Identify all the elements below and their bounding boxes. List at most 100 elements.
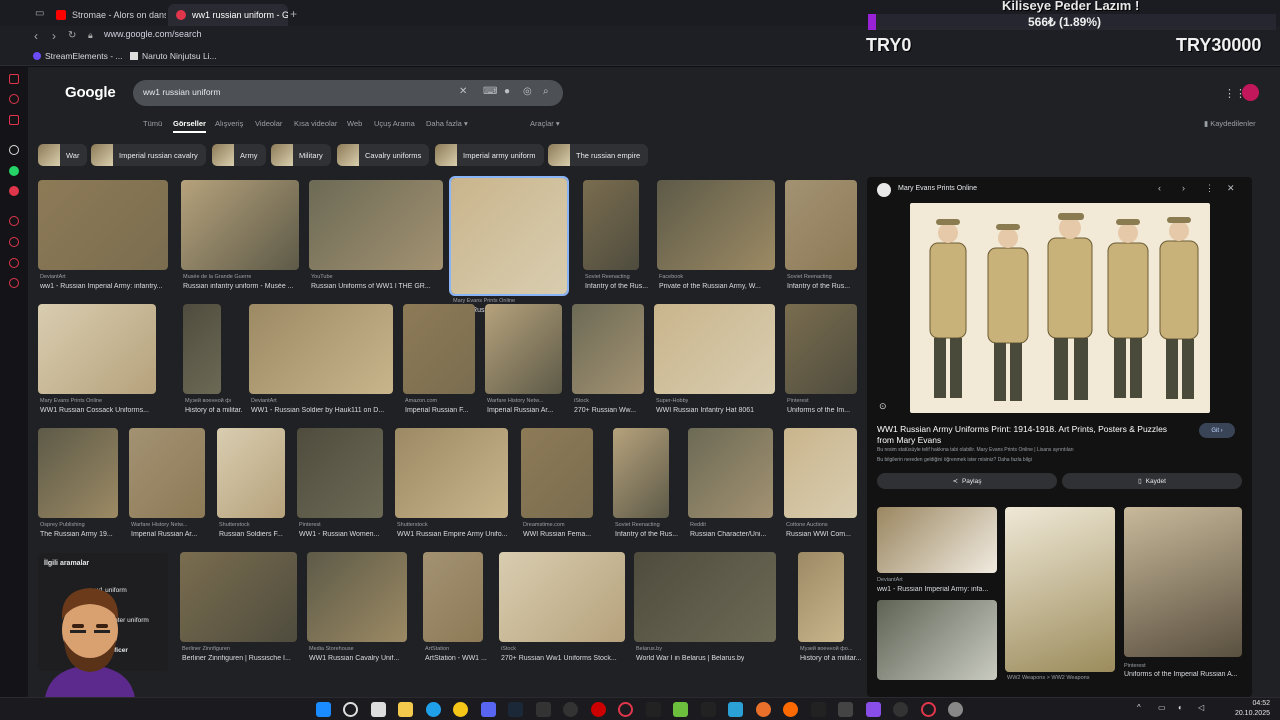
sidebar-app-icon[interactable] [9, 94, 19, 104]
related-image[interactable] [1005, 507, 1115, 672]
result-image[interactable] [307, 552, 407, 642]
result-caption[interactable]: Infantry of the Rus... [615, 531, 678, 538]
result-image[interactable] [249, 304, 393, 394]
settings-icon[interactable] [948, 702, 963, 717]
result-caption[interactable]: Berliner Zinnfiguren | Russische I... [182, 655, 291, 662]
chip-army[interactable]: Army [212, 144, 266, 166]
tab-images[interactable]: Görseller [173, 119, 206, 133]
system-clock[interactable]: 04:52 20.10.2025 [1235, 699, 1270, 719]
result-image[interactable] [129, 428, 205, 518]
result-image[interactable] [583, 180, 639, 270]
result-image[interactable] [688, 428, 773, 518]
network-icon[interactable]: ▭ [1158, 703, 1166, 712]
steam-icon[interactable] [508, 702, 523, 717]
result-caption[interactable]: History of a militar... [800, 655, 861, 662]
search-icon[interactable]: ⌕ [543, 86, 549, 97]
clear-icon[interactable]: ✕ [459, 86, 467, 97]
result-image[interactable] [634, 552, 776, 642]
result-image[interactable] [38, 428, 118, 518]
result-image[interactable] [403, 304, 475, 394]
result-image[interactable] [217, 428, 285, 518]
url-field[interactable]: www.google.com/search [104, 29, 202, 39]
settings-icon[interactable] [9, 278, 19, 288]
result-image[interactable] [657, 180, 775, 270]
new-tab-button[interactable]: + [290, 7, 297, 21]
search-input[interactable]: ww1 russian uniform [143, 87, 220, 97]
chip-cavalry-uniforms[interactable]: Cavalry uniforms [337, 144, 430, 166]
tab-shopping[interactable]: Alışveriş [215, 119, 243, 128]
preview-image[interactable] [910, 203, 1210, 413]
lens-search-icon[interactable]: ⊙ [879, 401, 887, 412]
result-image[interactable] [784, 428, 857, 518]
app-icon[interactable] [838, 702, 853, 717]
result-caption[interactable]: Uniforms of the Im... [787, 407, 850, 414]
more-options-icon[interactable]: ⋮ [1205, 183, 1214, 194]
result-caption[interactable]: WW1 Russian Cavalry Unif... [309, 655, 399, 662]
microphone-icon[interactable]: ◐ [1178, 703, 1183, 712]
result-image[interactable] [183, 304, 221, 394]
tab-videos[interactable]: Videolar [255, 119, 282, 128]
result-image[interactable] [297, 428, 383, 518]
speaker-icon[interactable]: ◁ [1198, 703, 1204, 712]
result-caption[interactable]: Infantry of the Rus... [585, 283, 648, 290]
app-icon[interactable] [866, 702, 881, 717]
result-image[interactable] [613, 428, 669, 518]
tab-menu-icon[interactable]: ▭ [35, 8, 44, 19]
app-icon[interactable] [893, 702, 908, 717]
tab-web[interactable]: Web [347, 119, 362, 128]
tab-more[interactable]: Daha fazla ▾ [426, 119, 468, 128]
result-caption[interactable]: Russian WWI Com... [786, 531, 851, 538]
result-caption[interactable]: ww1 - Russian Imperial Army: infantry... [40, 283, 162, 290]
keyboard-icon[interactable]: ⌨ [483, 86, 497, 97]
related-image[interactable] [877, 600, 997, 680]
result-caption[interactable]: WW1 - Russian Women... [299, 531, 379, 538]
avatar[interactable] [1242, 84, 1259, 101]
result-image[interactable] [521, 428, 593, 518]
app-icon[interactable] [591, 702, 606, 717]
result-caption[interactable]: History of a militar... [185, 407, 243, 414]
tab-google-search[interactable]: ww1 russian uniform - Go [168, 4, 288, 26]
app-icon[interactable] [701, 702, 716, 717]
result-caption[interactable]: The Russian Army 19... [40, 531, 113, 538]
task-view-icon[interactable] [371, 702, 386, 717]
app-icon[interactable] [536, 702, 551, 717]
result-caption[interactable]: Imperial Russian Ar... [487, 407, 553, 414]
bookmark-streamelements[interactable]: StreamElements - ... [33, 51, 122, 61]
result-caption[interactable]: Imperial Russian Ar... [131, 531, 197, 538]
sidebar-app-icon[interactable] [9, 115, 19, 125]
result-caption[interactable]: 270+ Russian Ww... [574, 407, 636, 414]
result-image[interactable] [798, 552, 844, 642]
app-icon[interactable] [673, 702, 688, 717]
result-image[interactable] [181, 180, 299, 270]
windows-start-icon[interactable] [316, 702, 331, 717]
downloads-icon[interactable] [9, 258, 19, 268]
result-image[interactable] [423, 552, 483, 642]
related-caption[interactable]: Uniforms of the Imperial Russian A... [1124, 671, 1249, 678]
result-caption[interactable]: 270+ Russian Ww1 Uniforms Stock... [501, 655, 617, 662]
result-caption[interactable]: WWI Russian Infantry Hat 8061 [656, 407, 754, 414]
chip-military[interactable]: Military [271, 144, 331, 166]
result-caption[interactable]: World War I in Belarus | Belarus.by [636, 655, 744, 662]
related-image[interactable] [1124, 507, 1242, 657]
app-icon[interactable] [646, 702, 661, 717]
result-caption[interactable]: WW1 - Russian Soldier by Hauk111 on D... [251, 407, 384, 414]
result-image[interactable] [180, 552, 297, 642]
result-caption[interactable]: WW1 Russian Cossack Uniforms... [40, 407, 149, 414]
tab-stromae[interactable]: Stromae - Alors on danse [48, 4, 166, 26]
visit-button[interactable]: Git › [1199, 423, 1235, 438]
clock-icon[interactable] [9, 237, 19, 247]
search-box[interactable]: ww1 russian uniform ✕ ⌨ ● ◎ ⌕ [133, 80, 563, 106]
result-image[interactable] [785, 180, 857, 270]
result-caption[interactable]: Russian infantry uniform - Musée ... [183, 283, 294, 290]
save-button[interactable]: ▯ Kaydet [1062, 473, 1242, 489]
result-caption[interactable]: Private of the Russian Army, W... [659, 283, 761, 290]
prev-icon[interactable]: ‹ [1158, 183, 1161, 193]
reload-icon[interactable]: ↻ [68, 30, 76, 41]
result-caption[interactable]: Russian Soldiers F... [219, 531, 283, 538]
result-image[interactable] [395, 428, 508, 518]
bookmark-naruto[interactable]: Naruto Ninjutsu Li... [130, 51, 217, 61]
app-icon[interactable] [756, 702, 771, 717]
result-image[interactable] [785, 304, 857, 394]
next-icon[interactable]: › [1182, 183, 1185, 193]
result-caption[interactable]: WWI Russian Fema... [523, 531, 591, 538]
